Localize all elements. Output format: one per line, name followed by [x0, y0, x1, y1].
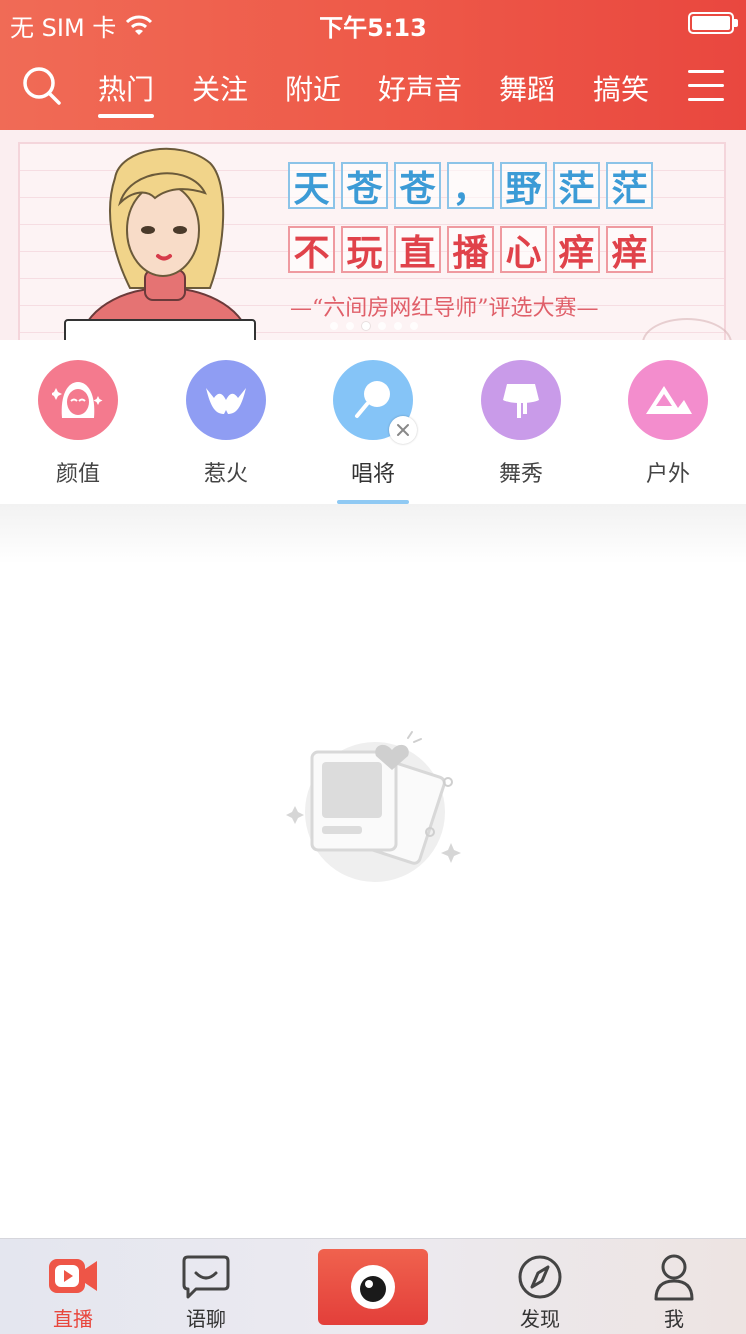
category-face[interactable]: 颜值	[18, 360, 138, 488]
top-nav: 热门 关注 附近 好声音 舞蹈 搞笑	[0, 44, 746, 130]
microphone-icon	[333, 360, 417, 444]
pager-dot[interactable]	[394, 322, 402, 330]
tabbar-label: 我	[664, 1307, 684, 1331]
tabbar-live[interactable]: 直播	[13, 1239, 133, 1334]
category-label: 惹火	[203, 462, 248, 487]
search-icon[interactable]	[22, 66, 62, 106]
slogan-char: 苍	[341, 162, 388, 210]
start-live-button[interactable]	[318, 1249, 428, 1325]
slogan-char: 播	[447, 226, 494, 274]
slogan-char: 苍	[394, 162, 441, 210]
slogan-char: 痒	[606, 226, 653, 274]
slogan-char: 茫	[553, 162, 600, 210]
tabbar-label: 直播	[53, 1307, 93, 1331]
slogan-char: 野	[500, 162, 547, 210]
mountain-icon	[628, 360, 708, 440]
slogan-char: ，	[447, 162, 494, 210]
slogan-char: 玩	[341, 226, 388, 274]
cartoon-girl-illustration	[64, 147, 256, 340]
slogan-char: 痒	[553, 226, 600, 274]
pager-dot[interactable]	[330, 322, 338, 330]
app-screen: 无 SIM 卡 下午5:13 热门 关注 附近 好声音 舞蹈 搞笑 天 苍 苍 …	[0, 0, 746, 1334]
chat-bubble-icon	[182, 1255, 230, 1299]
pager-dot-active[interactable]	[362, 322, 370, 330]
tab-dance[interactable]: 舞蹈	[499, 68, 555, 108]
empty-state-illustration	[286, 731, 461, 882]
close-icon[interactable]	[389, 416, 417, 444]
pager-dot[interactable]	[346, 322, 354, 330]
tab-hot[interactable]: 热门	[98, 68, 155, 118]
bikini-icon	[186, 360, 266, 440]
category-row: 颜值 惹火 唱将 舞秀 户外	[0, 340, 746, 504]
slogan-line-2: 不 玩 直 播 心 痒 痒	[288, 226, 653, 274]
slogan-char: 直	[394, 226, 441, 274]
category-hot[interactable]: 惹火	[166, 360, 286, 488]
slogan-char: 天	[288, 162, 335, 210]
promo-banner[interactable]: 天 苍 苍 ， 野 茫 茫 不 玩 直 播 心 痒 痒 —“六间房网红导师”评选…	[0, 130, 746, 340]
category-singer[interactable]: 唱将	[313, 360, 433, 488]
tab-follow[interactable]: 关注	[192, 68, 248, 108]
tabbar-me[interactable]: 我	[614, 1239, 734, 1334]
category-label: 舞秀	[498, 462, 543, 487]
banner-pager[interactable]	[330, 322, 418, 330]
tabbar-label: 发现	[520, 1307, 560, 1331]
compass-icon	[518, 1255, 562, 1299]
slogan-char: 茫	[606, 162, 653, 210]
tabbar-discover[interactable]: 发现	[480, 1239, 600, 1334]
category-outdoor[interactable]: 户外	[608, 360, 728, 488]
banner-subtitle: —“六间房网红导师”评选大赛—	[290, 296, 599, 321]
skirt-icon	[481, 360, 561, 440]
category-label: 唱将	[350, 462, 395, 487]
tab-nearby[interactable]: 附近	[285, 68, 341, 108]
profile-icon	[654, 1254, 694, 1301]
eye-icon	[351, 1265, 395, 1309]
face-icon	[38, 360, 118, 440]
tab-funny[interactable]: 搞笑	[593, 68, 649, 108]
tabbar-voice-chat[interactable]: 语聊	[146, 1239, 266, 1334]
category-dance-show[interactable]: 舞秀	[461, 360, 581, 488]
tab-good-voice[interactable]: 好声音	[378, 68, 462, 108]
content-top-shade	[0, 504, 746, 564]
battery-icon	[688, 12, 738, 34]
bottom-tab-bar: 直播 语聊 发现 我	[0, 1238, 746, 1334]
pager-dot[interactable]	[410, 322, 418, 330]
status-bar: 无 SIM 卡 下午5:13	[0, 0, 746, 44]
tabbar-label: 语聊	[186, 1307, 226, 1331]
category-label: 户外	[645, 462, 690, 487]
header: 无 SIM 卡 下午5:13 热门 关注 附近 好声音 舞蹈 搞笑	[0, 0, 746, 130]
live-camera-icon	[49, 1259, 97, 1293]
status-time: 下午5:13	[319, 14, 427, 42]
slogan-char: 心	[500, 226, 547, 274]
slogan-line-1: 天 苍 苍 ， 野 茫 茫	[288, 162, 653, 210]
slogan-char: 不	[288, 226, 335, 274]
category-label: 颜值	[55, 462, 100, 487]
menu-icon[interactable]	[688, 70, 724, 102]
pager-dot[interactable]	[378, 322, 386, 330]
